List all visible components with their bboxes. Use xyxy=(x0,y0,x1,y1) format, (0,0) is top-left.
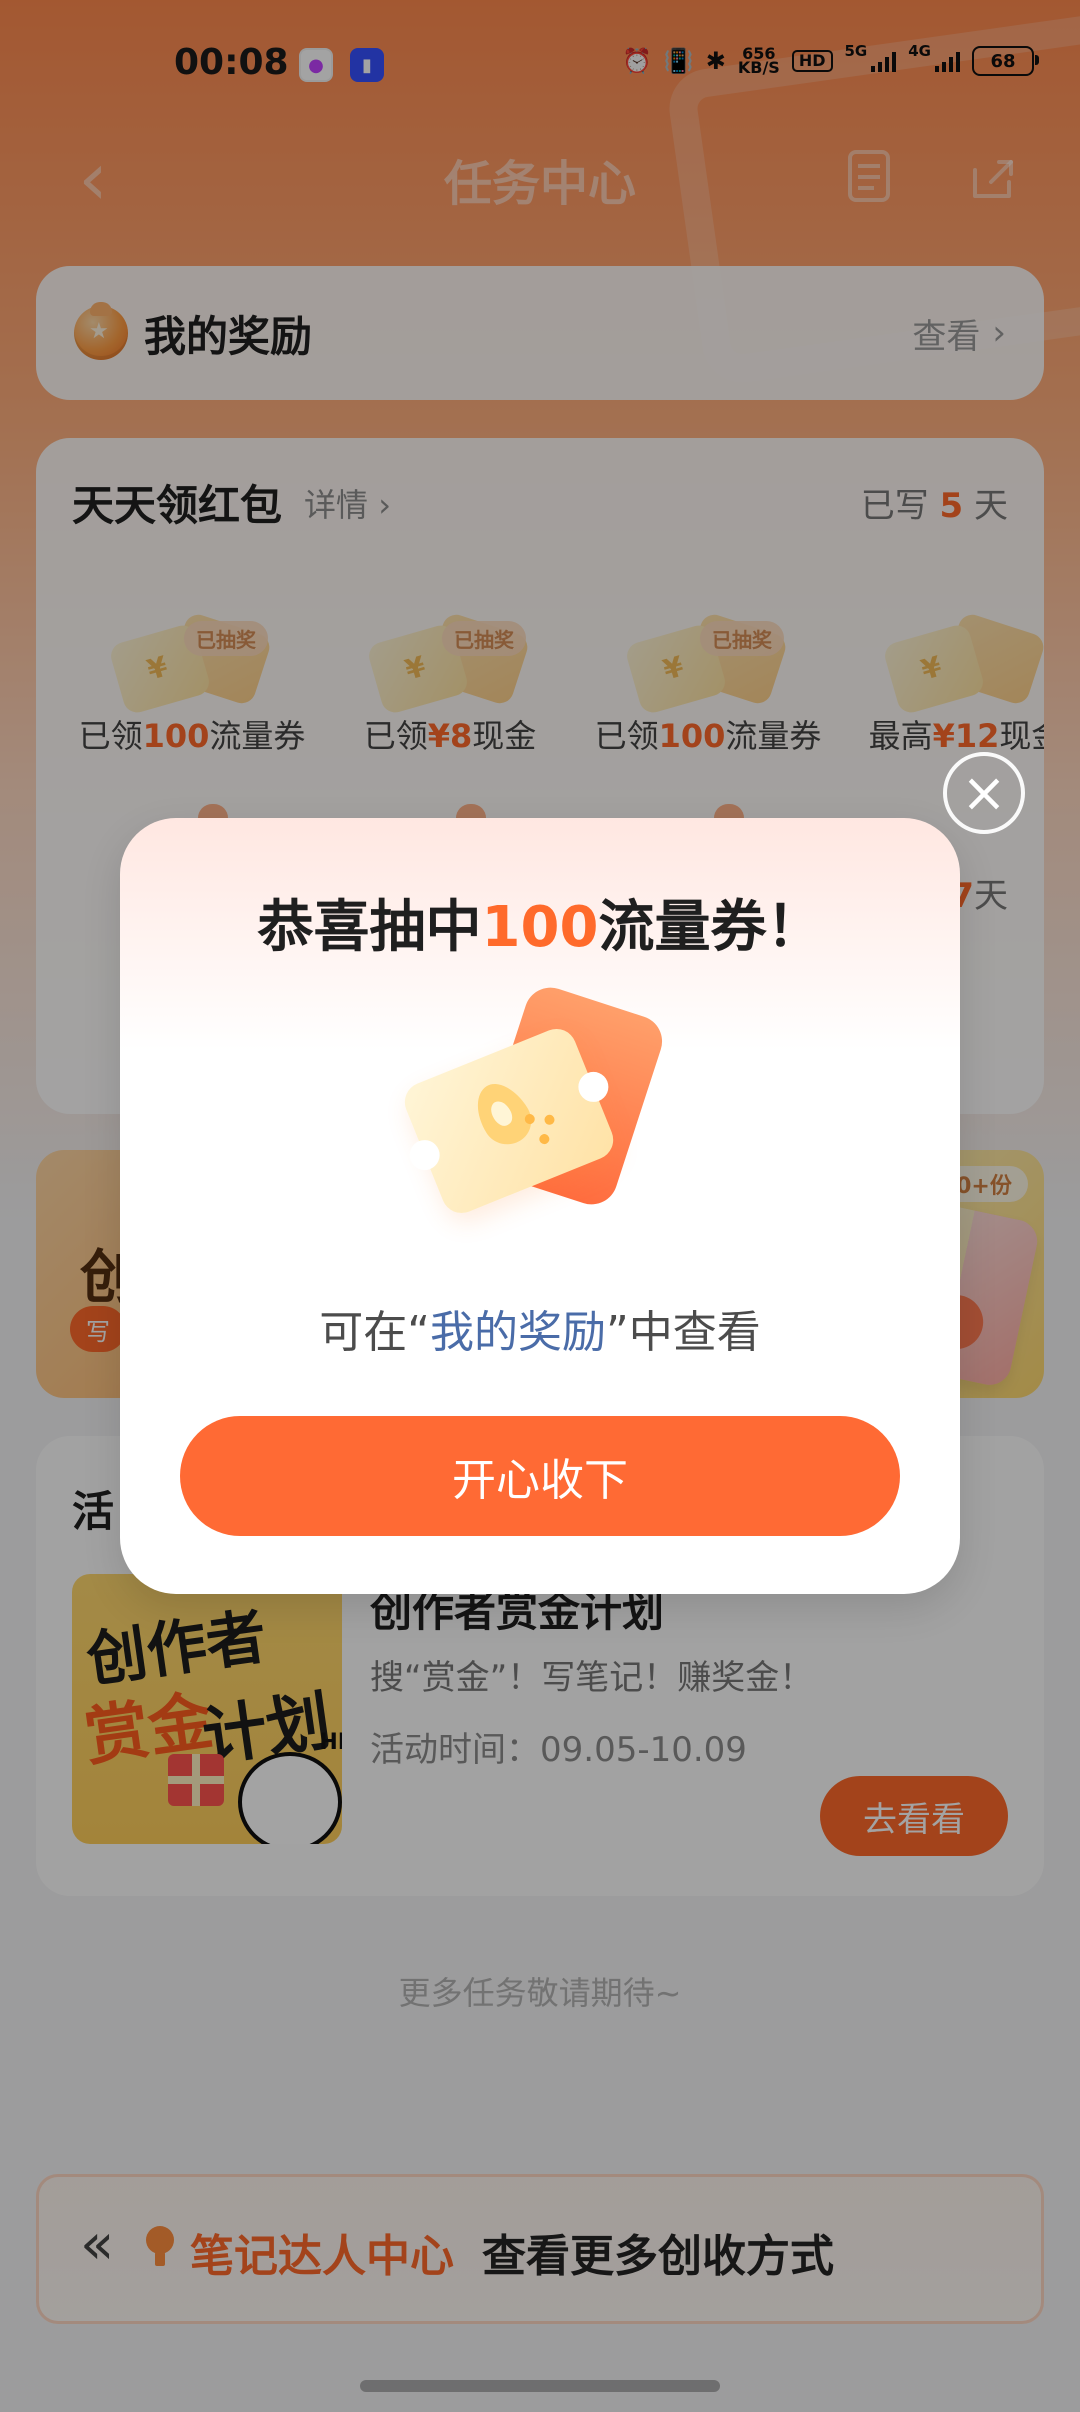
coupon-illustration xyxy=(394,980,694,1238)
close-icon: × xyxy=(961,761,1007,824)
modal-subtitle: 可在“我的奖励”中查看 xyxy=(319,1307,761,1358)
accept-button[interactable]: 开心收下 xyxy=(180,1416,900,1536)
reward-modal: 恭喜抽中100流量券！ 可在“我的奖励”中查看 开心收下 xyxy=(120,818,960,1594)
task-center-screen: 00:08 ● ▮ ⏰ 📳 ✱ 656 KB/S HD 5G 4G 68 ‹ 任… xyxy=(0,0,1080,2412)
close-button[interactable]: × xyxy=(943,752,1025,834)
coupon-dots xyxy=(523,1098,588,1163)
modal-title: 恭喜抽中100流量券！ xyxy=(257,895,823,960)
